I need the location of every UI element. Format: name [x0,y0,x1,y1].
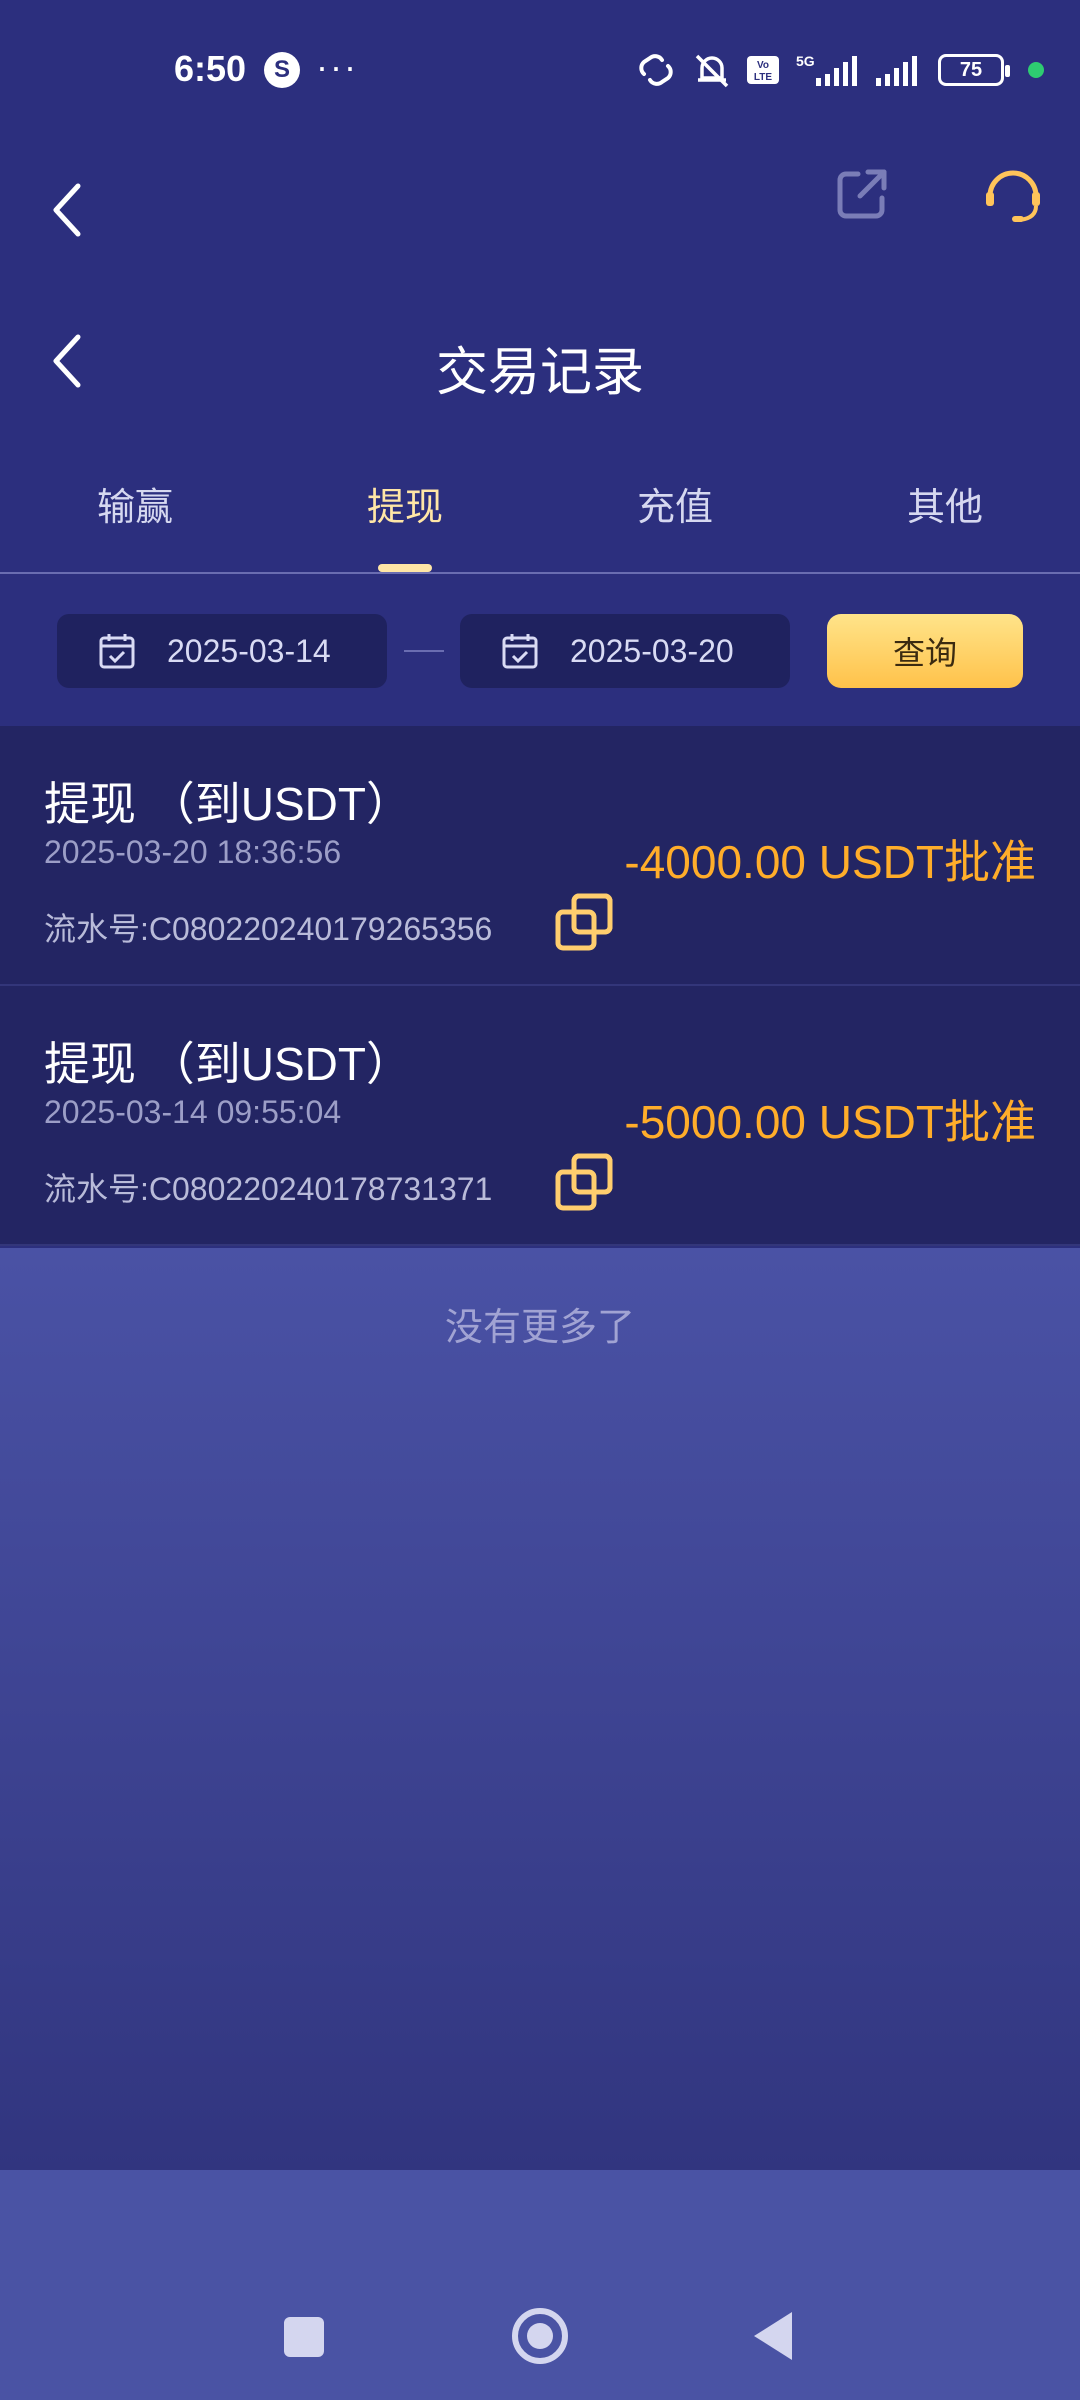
list-item[interactable]: 提现 （到USDT） 2025-03-14 09:55:04 流水号:C0802… [0,986,1080,1246]
list-background [0,1248,1080,2170]
status-icons: Vo LTE 5G 75 [634,50,1044,90]
start-date-value: 2025-03-14 [167,632,331,669]
calendar-icon [502,634,538,669]
status-time: 6:50 [174,48,247,89]
tab-other[interactable]: 其他 [810,440,1080,572]
svg-text:LTE: LTE [754,72,772,83]
list-item[interactable]: 提现 （到USDT） 2025-03-20 18:36:56 流水号:C0802… [0,726,1080,986]
home-button[interactable] [512,2308,568,2364]
record-serial: 流水号:C080220240179265356 [44,911,493,947]
signal-5g-icon: 5G [794,52,860,88]
record-time: 2025-03-14 09:55:04 [44,1094,342,1130]
date-separator [404,650,444,652]
bell-muted-icon [692,52,732,88]
start-date-picker[interactable]: 2025-03-14 [57,614,387,688]
system-nav-bar [0,2170,1080,2400]
tab-deposit[interactable]: 充值 [540,440,810,572]
battery-icon: 75 [938,54,1010,86]
copy-icon[interactable] [554,1152,614,1212]
record-amount: -4000.00 USDT批准 [624,836,1036,888]
date-filter: 2025-03-14 2025-03-20 查询 [0,576,1080,726]
more-notifications-icon: ··· [316,46,358,87]
list-end-text: 没有更多了 [444,1307,635,1349]
tab-bar: 输赢 提现 充值 其他 [0,440,1080,574]
query-button[interactable]: 查询 [827,614,1023,688]
record-time: 2025-03-20 18:36:56 [44,834,342,870]
status-bar: 6:50 S ··· Vo LTE 5G 75 [0,0,1080,140]
page-title: 交易记录 [435,344,644,402]
calendar-icon [99,634,135,669]
signal-icon [874,52,924,88]
record-title: 提现 （到USDT） [44,778,412,830]
record-amount: -5000.00 USDT批准 [624,1096,1036,1148]
tab-withdraw[interactable]: 提现 [270,440,540,572]
end-date-picker[interactable]: 2025-03-20 [460,614,790,688]
system-back-button[interactable] [754,2312,792,2360]
record-list: 提现 （到USDT） 2025-03-20 18:36:56 流水号:C0802… [0,726,1080,1246]
link-icon [634,52,678,88]
top-nav [0,140,1080,290]
customer-service-button[interactable] [980,162,1050,232]
recent-apps-button[interactable] [284,2317,324,2357]
tab-win-loss[interactable]: 输赢 [0,440,270,572]
record-title: 提现 （到USDT） [44,1038,412,1090]
svg-text:5G: 5G [796,53,815,69]
back-button[interactable] [50,160,110,260]
record-serial: 流水号:C080220240178731371 [44,1171,493,1207]
camera-indicator-icon [1028,62,1044,78]
end-date-value: 2025-03-20 [570,632,734,669]
svg-text:Vo: Vo [757,60,769,71]
title-bar: 交易记录 [0,300,1080,430]
share-button[interactable] [832,164,896,228]
screen: 6:50 S ··· Vo LTE 5G 75 交易记录 输赢 提现 充值 其他… [0,0,1080,2400]
skype-icon: S [264,52,300,88]
copy-icon[interactable] [554,892,614,952]
volte-icon: Vo LTE [746,52,780,88]
